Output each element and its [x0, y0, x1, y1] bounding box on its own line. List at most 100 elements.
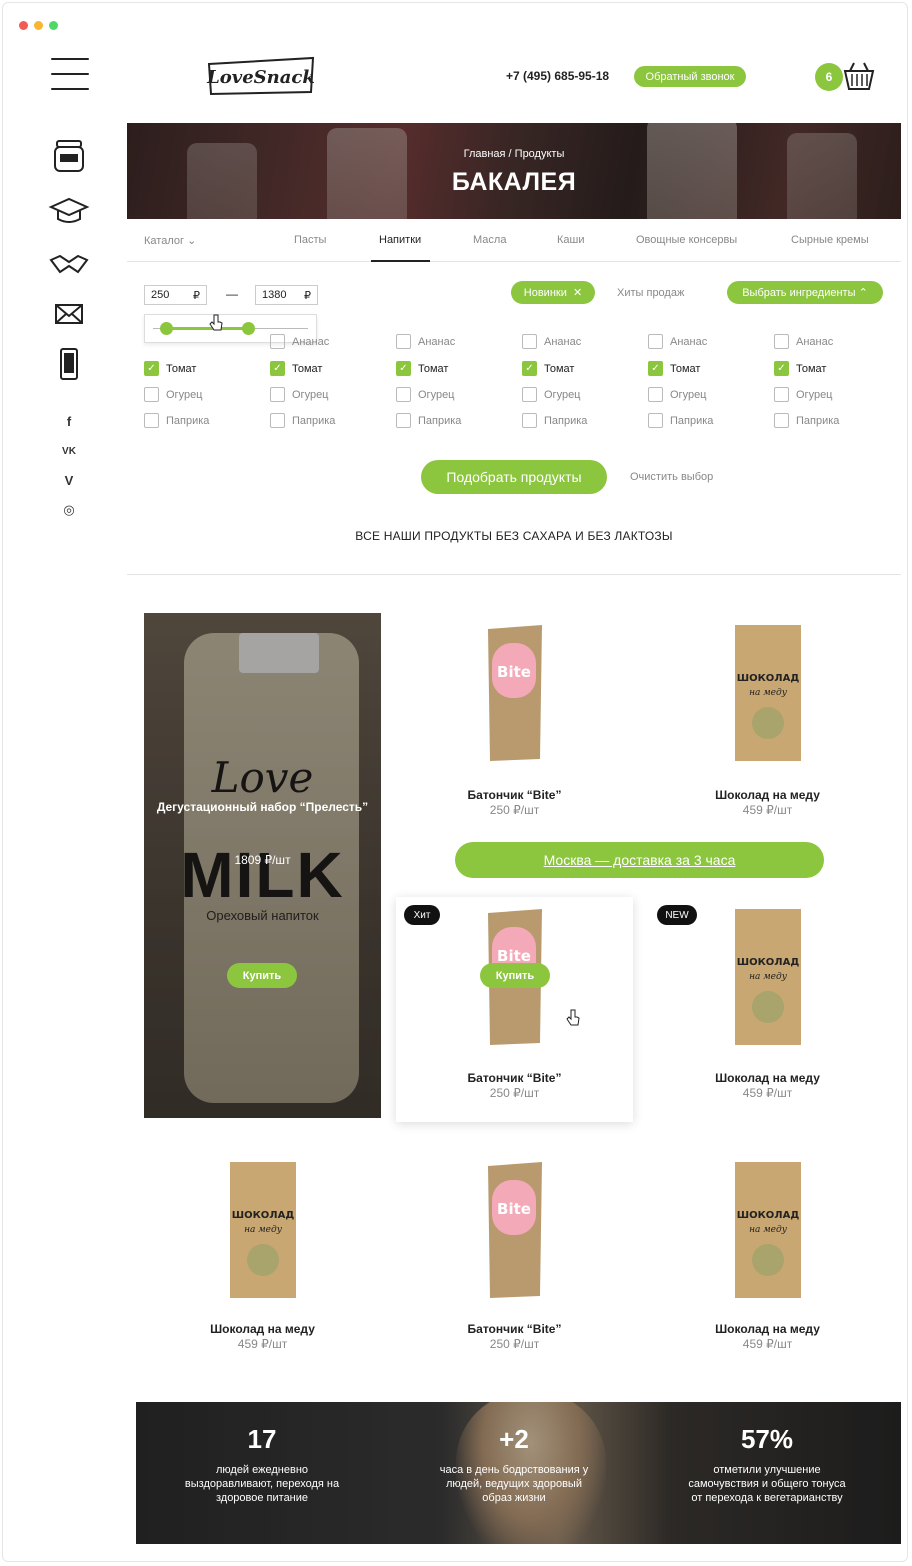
ingredient-checkbox[interactable]: Паприка	[144, 413, 209, 428]
ingredient-checkbox[interactable]: Огурец	[270, 387, 328, 402]
logo[interactable]: LoveSnack	[205, 54, 317, 98]
checkbox-box[interactable]	[648, 413, 663, 428]
checkbox-box[interactable]	[396, 387, 411, 402]
price-from-field[interactable]: 250 ₽	[144, 285, 207, 305]
ingredient-checkbox[interactable]: Огурец	[648, 387, 706, 402]
ingredient-checkbox[interactable]: Огурец	[144, 387, 202, 402]
featured-buy-button[interactable]: Купить	[227, 963, 297, 988]
checkbox-box[interactable]	[270, 387, 285, 402]
callback-button[interactable]: Обратный звонок	[634, 66, 746, 87]
facebook-icon[interactable]: f	[61, 414, 77, 430]
tab-porridge[interactable]: Каши	[557, 234, 585, 246]
close-icon[interactable]: ✕	[573, 286, 582, 299]
tab-canned-vegetables[interactable]: Овощные консервы	[636, 234, 737, 246]
ingredient-checkbox[interactable]: ✓ Томат	[270, 361, 322, 376]
checkbox-box[interactable]	[774, 334, 789, 349]
graduation-cap-icon[interactable]	[48, 193, 90, 229]
tab-pastes[interactable]: Пасты	[294, 234, 326, 246]
ingredient-checkbox[interactable]: Ананас	[396, 334, 455, 349]
ingredient-checkbox[interactable]: Паприка	[522, 413, 587, 428]
vk-icon[interactable]: VK	[61, 444, 77, 460]
hamburger-menu-icon[interactable]	[51, 58, 89, 92]
cart-count-badge[interactable]: 6	[815, 63, 843, 91]
breadcrumb[interactable]: Главная / Продукты	[127, 148, 901, 160]
product-name[interactable]: Батончик “Bite”	[396, 1322, 633, 1336]
product-card-chocolate[interactable]: ШОКОЛАД на меду Шоколад на меду 459 ₽/шт	[649, 613, 886, 838]
ingredient-checkbox[interactable]: Паприка	[270, 413, 335, 428]
tab-catalog[interactable]: Каталог ⌄	[144, 234, 196, 247]
tab-cheese-creams[interactable]: Сырные кремы	[791, 234, 869, 246]
ingredient-checkbox[interactable]: Огурец	[522, 387, 580, 402]
checkbox-box[interactable]	[144, 413, 159, 428]
checkbox-box[interactable]	[396, 334, 411, 349]
tab-drinks[interactable]: Напитки	[379, 234, 421, 246]
checkmark-icon[interactable]: ✓	[648, 361, 663, 376]
checkbox-box[interactable]	[648, 387, 663, 402]
instagram-icon[interactable]: ◎	[61, 502, 77, 518]
product-card-chocolate[interactable]: ШОКОЛАД на меду Шоколад на меду 459 ₽/шт	[144, 1150, 381, 1375]
ingredient-checkbox[interactable]: Огурец	[396, 387, 454, 402]
buy-button[interactable]: Купить	[480, 963, 550, 988]
checkbox-box[interactable]	[522, 413, 537, 428]
checkbox-box[interactable]	[396, 413, 411, 428]
product-card-chocolate-new[interactable]: NEW ШОКОЛАД на меду Шоколад на меду 459 ₽…	[649, 897, 886, 1122]
product-name[interactable]: Шоколад на меду	[144, 1322, 381, 1336]
delivery-banner-link[interactable]: Москва — доставка за 3 часа	[455, 842, 824, 878]
clear-selection-link[interactable]: Очистить выбор	[630, 471, 713, 483]
vimeo-icon[interactable]: V	[61, 473, 77, 489]
close-dot-icon[interactable]	[19, 21, 28, 30]
ingredient-checkbox[interactable]: Ананас	[522, 334, 581, 349]
checkmark-icon[interactable]: ✓	[774, 361, 789, 376]
tab-oils[interactable]: Масла	[473, 234, 506, 246]
checkmark-icon[interactable]: ✓	[144, 361, 159, 376]
product-name[interactable]: Батончик “Bite”	[396, 1071, 633, 1085]
price-to-field[interactable]: 1380 ₽	[255, 285, 318, 305]
ingredient-checkbox[interactable]: Ананас	[774, 334, 833, 349]
checkbox-box[interactable]	[522, 387, 537, 402]
basket-icon[interactable]	[842, 60, 876, 92]
price-max-handle[interactable]	[242, 322, 255, 335]
checkbox-box[interactable]	[270, 334, 285, 349]
product-card-bite[interactable]: Bite Батончик “Bite” 250 ₽/шт	[396, 1150, 633, 1375]
price-min-handle[interactable]	[160, 322, 173, 335]
maximize-dot-icon[interactable]	[49, 21, 58, 30]
filter-hits-link[interactable]: Хиты продаж	[617, 287, 684, 299]
handshake-icon[interactable]	[48, 246, 90, 282]
pick-products-button[interactable]: Подобрать продукты	[421, 460, 607, 494]
minimize-dot-icon[interactable]	[34, 21, 43, 30]
checkbox-box[interactable]	[774, 387, 789, 402]
ingredient-checkbox[interactable]: Паприка	[648, 413, 713, 428]
product-name[interactable]: Шоколад на меду	[649, 1071, 886, 1085]
filter-chip-new[interactable]: Новинки ✕	[511, 281, 595, 304]
ingredient-checkbox[interactable]: ✓ Томат	[144, 361, 196, 376]
product-name[interactable]: Шоколад на меду	[649, 1322, 886, 1336]
checkmark-icon[interactable]: ✓	[522, 361, 537, 376]
jar-icon[interactable]	[48, 137, 90, 173]
ingredient-checkbox[interactable]: Огурец	[774, 387, 832, 402]
product-card-chocolate[interactable]: ШОКОЛАД на меду Шоколад на меду 459 ₽/шт	[649, 1150, 886, 1375]
ingredient-checkbox[interactable]: Паприка	[396, 413, 461, 428]
envelope-icon[interactable]	[48, 297, 90, 333]
product-name[interactable]: Шоколад на меду	[649, 788, 886, 802]
ingredient-checkbox[interactable]: ✓ Томат	[396, 361, 448, 376]
phone-icon[interactable]	[48, 346, 90, 382]
ingredient-checkbox[interactable]: ✓ Томат	[522, 361, 574, 376]
ingredient-checkbox[interactable]: Паприка	[774, 413, 839, 428]
product-card-bite-hit[interactable]: Хит Bite Купить Батончик “Bite” 250 ₽/шт	[396, 897, 633, 1122]
checkbox-box[interactable]	[648, 334, 663, 349]
checkbox-box[interactable]	[774, 413, 789, 428]
checkmark-icon[interactable]: ✓	[270, 361, 285, 376]
ingredient-checkbox[interactable]: ✓ Томат	[774, 361, 826, 376]
product-card-bite[interactable]: Bite Батончик “Bite” 250 ₽/шт	[396, 613, 633, 838]
featured-product-card[interactable]: Love MILK Ореховый напиток Дегустационны…	[144, 613, 381, 1118]
ingredient-checkbox[interactable]: Ананас	[270, 334, 329, 349]
checkbox-box[interactable]	[144, 387, 159, 402]
checkbox-box[interactable]	[522, 334, 537, 349]
checkmark-icon[interactable]: ✓	[396, 361, 411, 376]
phone-number[interactable]: +7 (495) 685-95-18	[506, 69, 609, 83]
ingredient-checkbox[interactable]: ✓ Томат	[648, 361, 700, 376]
checkbox-box[interactable]	[270, 413, 285, 428]
choose-ingredients-button[interactable]: Выбрать ингредиенты ⌃	[727, 281, 883, 304]
product-name[interactable]: Батончик “Bite”	[396, 788, 633, 802]
ingredient-checkbox[interactable]: Ананас	[648, 334, 707, 349]
